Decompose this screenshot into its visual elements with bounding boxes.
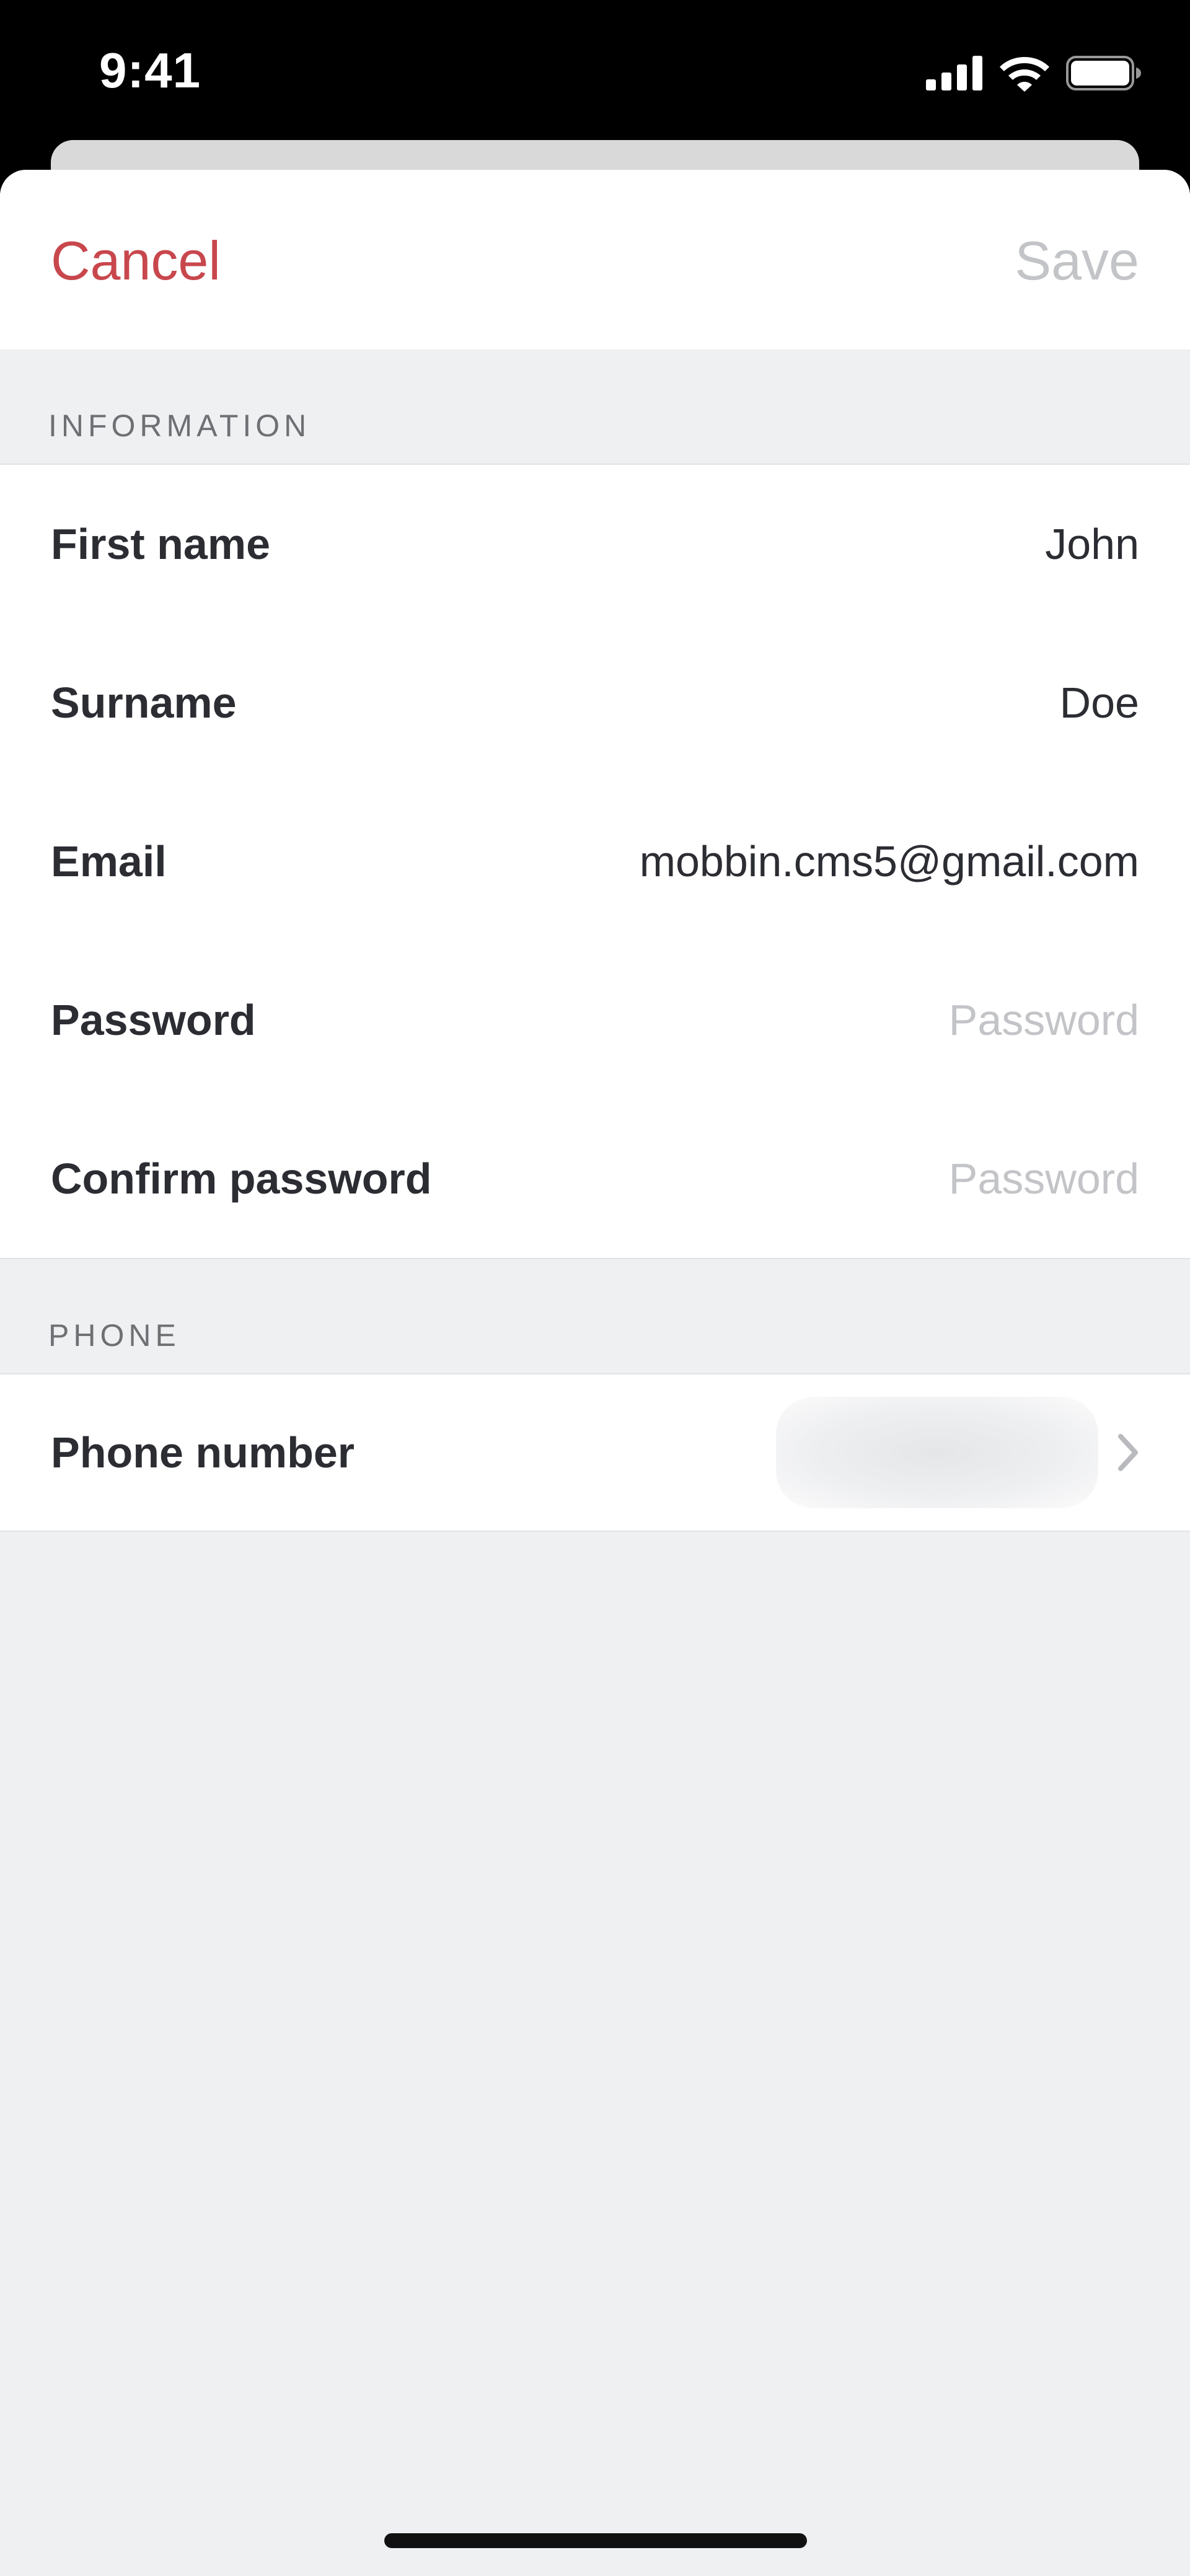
sheet-header: Cancel Save: [0, 170, 1190, 349]
email-label: Email: [51, 837, 167, 886]
cancel-button[interactable]: Cancel: [51, 229, 221, 292]
phone-number-label: Phone number: [51, 1428, 355, 1477]
screen: 9:41 Cancel Save INFORMATION First name …: [0, 0, 1190, 2576]
first-name-row[interactable]: First name: [0, 465, 1190, 623]
confirm-password-row[interactable]: Confirm password: [0, 1099, 1190, 1258]
first-name-label: First name: [51, 520, 270, 568]
surname-label: Surname: [51, 679, 237, 727]
password-label: Password: [51, 996, 256, 1044]
information-group: First name Surname Email Password Confir…: [0, 464, 1190, 1259]
status-bar: 9:41: [0, 0, 1190, 143]
phone-number-value-redacted: [776, 1397, 1098, 1508]
password-row[interactable]: Password: [0, 941, 1190, 1099]
surname-field[interactable]: [457, 623, 1139, 782]
phone-group: Phone number: [0, 1373, 1190, 1532]
wifi-icon: [1000, 57, 1049, 92]
status-time: 9:41: [99, 43, 201, 98]
cellular-signal-icon: [926, 56, 982, 90]
chevron-right-icon: [1118, 1434, 1138, 1471]
status-icons: [926, 53, 1142, 93]
save-button[interactable]: Save: [1015, 229, 1139, 292]
battery-icon: [1066, 56, 1141, 90]
home-indicator: [384, 2533, 807, 2548]
password-field[interactable]: [457, 941, 1139, 1099]
section-header-information: INFORMATION: [48, 408, 311, 443]
confirm-password-field[interactable]: [457, 1099, 1139, 1258]
first-name-field[interactable]: [457, 465, 1139, 623]
email-field[interactable]: [457, 782, 1139, 941]
section-header-phone: PHONE: [48, 1318, 180, 1353]
phone-number-row[interactable]: Phone number: [0, 1374, 1190, 1531]
confirm-password-label: Confirm password: [51, 1154, 432, 1203]
email-row[interactable]: Email: [0, 782, 1190, 941]
surname-row[interactable]: Surname: [0, 623, 1190, 782]
edit-profile-sheet: Cancel Save INFORMATION First name Surna…: [0, 170, 1190, 2576]
